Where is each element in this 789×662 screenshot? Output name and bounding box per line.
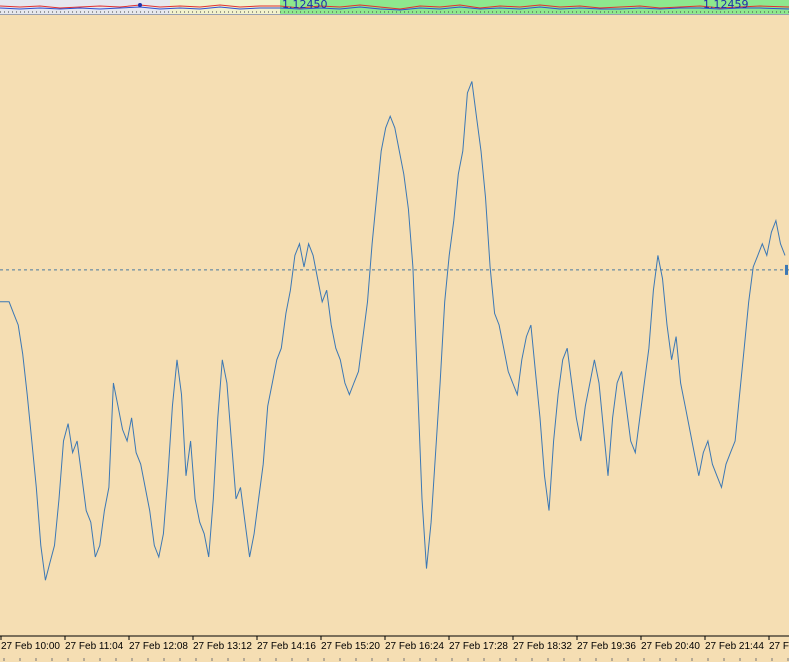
series-line-0: [0, 81, 786, 581]
x-tick-label: 27 Feb 14:16: [257, 641, 316, 652]
x-tick-label: 27 Feb 12:08: [129, 641, 188, 652]
navigator-graph: [0, 0, 789, 14]
x-tick-label: 27 Feb 13:12: [193, 641, 252, 652]
line-chart[interactable]: 27 Feb 10:00 27 Feb 11:04 27 Feb 12:08 27 F…: [0, 15, 789, 662]
x-tick-label: 27 Feb 11:04: [65, 641, 124, 652]
last-price-marker: [785, 264, 788, 275]
navigator-price-label-2: 1.12459: [703, 0, 749, 11]
x-tick-label: 27 Feb 17:28: [449, 641, 508, 652]
navigator-strip[interactable]: 1.12450 1.12459: [0, 0, 789, 15]
x-tick-label: 27 Feb 21:44: [705, 641, 764, 652]
navigator-price-label-1: 1.12450: [282, 0, 328, 11]
chart-window: 1.12450 1.12459 27 Feb 10:00 27 Feb 11:04…: [0, 0, 789, 662]
x-tick-label: 27 F: [769, 641, 789, 652]
navigator-marker: [138, 3, 142, 7]
x-tick-label: 27 Feb 15:20: [321, 641, 380, 652]
x-tick-label: 27 Feb 10:00: [1, 641, 60, 652]
x-tick-label: 27 Feb 19:36: [577, 641, 636, 652]
x-tick-label: 27 Feb 18:32: [513, 641, 572, 652]
x-tick-label: 27 Feb 16:24: [385, 641, 444, 652]
x-tick-label: 27 Feb 20:40: [641, 641, 700, 652]
chart-area[interactable]: 27 Feb 10:00 27 Feb 11:04 27 Feb 12:08 27 F…: [0, 15, 789, 662]
